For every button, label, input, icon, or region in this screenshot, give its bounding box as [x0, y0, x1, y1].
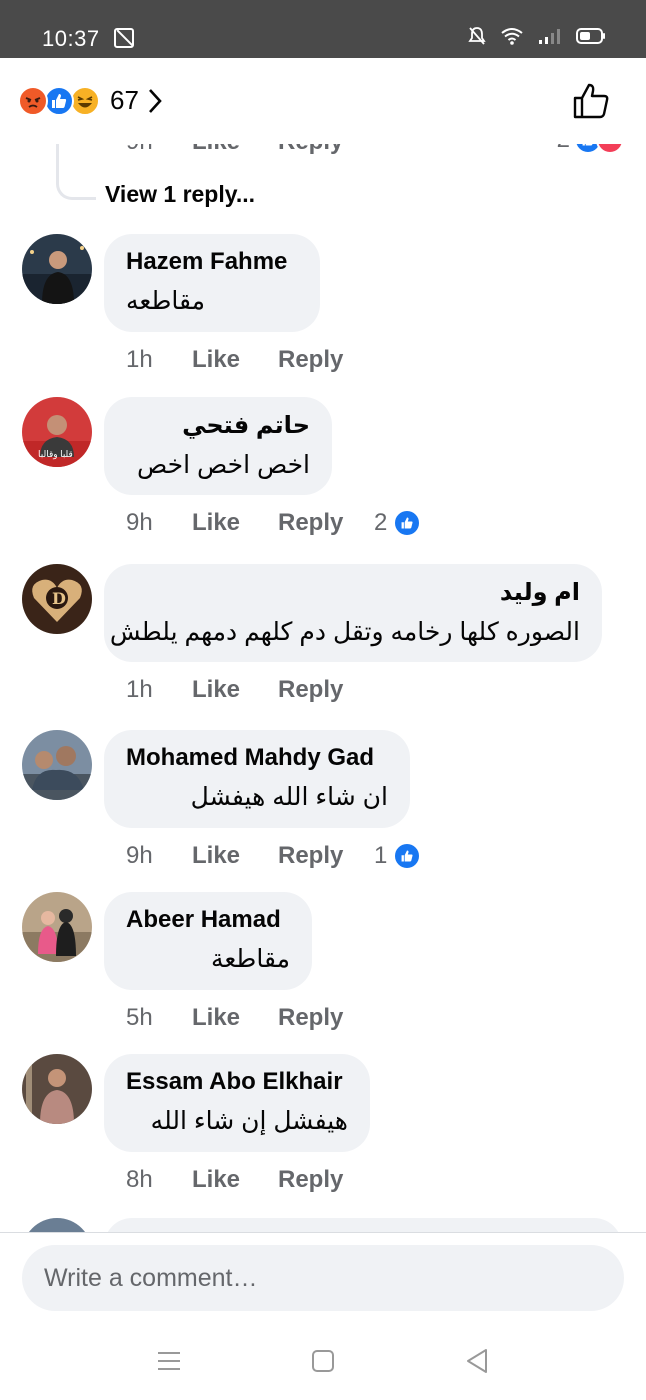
- like-action[interactable]: Like: [192, 346, 278, 374]
- reply-action[interactable]: Reply: [278, 509, 380, 537]
- avatar-badge-text: قلبا وقالبا: [38, 449, 73, 459]
- comment-actions: 5h Like Reply: [126, 1002, 380, 1034]
- comment-bubble[interactable]: ام وليد الصوره كلها رخامه وتقل دم كلهم د…: [104, 564, 602, 662]
- reactions-summary[interactable]: 67: [18, 85, 163, 116]
- comment-time: 1h: [126, 676, 153, 703]
- battery-icon: [576, 28, 605, 44]
- like-action[interactable]: Like: [192, 676, 278, 704]
- comment-text: مقاطعة: [210, 945, 290, 973]
- reply-action[interactable]: Reply: [278, 842, 380, 870]
- comment-text: الصوره كلها رخامه وتقل دم كلهم دمهم يلطش: [109, 618, 580, 646]
- like-icon: [393, 509, 422, 537]
- signal-icon: [539, 29, 560, 44]
- avatar[interactable]: [22, 892, 92, 962]
- commenter-name[interactable]: حاتم فتحي: [126, 411, 310, 440]
- comment-reactions[interactable]: 2: [374, 509, 422, 537]
- avatar[interactable]: [22, 1054, 92, 1124]
- comment-reactions[interactable]: 1: [374, 842, 422, 870]
- like-action[interactable]: Like: [192, 842, 278, 870]
- comment-composer: [0, 1232, 646, 1332]
- reply-thread-line: [56, 144, 96, 200]
- commenter-name[interactable]: Essam Abo Elkhair: [126, 1068, 348, 1096]
- avatar[interactable]: قلبا وقالبا: [22, 397, 92, 467]
- no-sim-icon: [114, 28, 134, 48]
- comment-text: مقاطعه: [126, 287, 206, 315]
- reactions-header: 67: [0, 58, 646, 144]
- avatar[interactable]: [22, 234, 92, 304]
- menu-icon[interactable]: [156, 1348, 182, 1374]
- comment-bubble[interactable]: حاتم فتحي اخص اخص اخص: [104, 397, 332, 495]
- comment-text: ان شاء الله هيفشل: [190, 783, 388, 811]
- wifi-icon: [501, 28, 523, 45]
- svg-text:D: D: [52, 589, 66, 608]
- reaction-count: 2: [557, 144, 570, 154]
- comment-text: هيفشل إن شاء الله: [150, 1107, 348, 1135]
- status-time: 10:37: [42, 26, 100, 51]
- comment-actions: 9h Like Reply 2: [126, 507, 422, 539]
- like-icon: [44, 85, 74, 116]
- comment-bubble[interactable]: Essam Abo Elkhair هيفشل إن شاء الله: [104, 1054, 370, 1152]
- reply-action[interactable]: Reply: [278, 676, 380, 704]
- love-icon: [596, 144, 624, 154]
- comments-list: 9h Like Reply 2 View 1 reply... Hazem Fa…: [0, 144, 646, 1234]
- comment-bubble[interactable]: Mohamed Mahdy Gad ان شاء الله هيفشل: [104, 730, 410, 828]
- like-action[interactable]: Like: [192, 509, 278, 537]
- reaction-count: 67: [110, 85, 139, 115]
- commenter-name[interactable]: Hazem Fahme: [126, 248, 298, 276]
- comment-actions: 1h Like Reply: [126, 674, 380, 706]
- angry-icon: [18, 85, 48, 116]
- comment-bubble[interactable]: Hazem Fahme مقاطعه: [104, 234, 320, 332]
- chevron-right-icon: [148, 88, 162, 113]
- like-action[interactable]: Like: [192, 144, 278, 156]
- avatar[interactable]: D: [22, 564, 92, 634]
- partial-comment-actions: 9h Like Reply 2: [0, 144, 646, 164]
- reply-action[interactable]: Reply: [278, 346, 380, 374]
- comment-time: 8h: [126, 1166, 153, 1193]
- comment-text: اخص اخص اخص: [137, 451, 310, 479]
- status-icons: [468, 26, 606, 46]
- back-icon[interactable]: [464, 1348, 490, 1374]
- comment-time: 9h: [126, 509, 153, 536]
- view-replies-link[interactable]: View 1 reply...: [105, 181, 255, 208]
- comment-time: 9h: [126, 144, 192, 156]
- commenter-name[interactable]: Mohamed Mahdy Gad: [126, 744, 388, 772]
- avatar[interactable]: [22, 730, 92, 800]
- comment-bubble[interactable]: Abeer Hamad مقاطعة: [104, 892, 312, 990]
- comment-input[interactable]: [22, 1245, 624, 1311]
- like-icon: [393, 842, 422, 870]
- comment-actions: 9h Like Reply 1: [126, 840, 422, 872]
- partial-reactions[interactable]: 2: [557, 144, 624, 154]
- comment-time: 1h: [126, 346, 153, 373]
- status-bar: 10:37: [0, 0, 646, 58]
- comment-time: 5h: [126, 1004, 153, 1031]
- comment-actions: 1h Like Reply: [126, 344, 380, 376]
- home-icon[interactable]: [311, 1348, 335, 1374]
- reply-action[interactable]: Reply: [278, 1004, 380, 1032]
- like-action[interactable]: Like: [192, 1166, 278, 1194]
- commenter-name[interactable]: ام وليد: [126, 578, 580, 607]
- reaction-count: 2: [374, 509, 388, 536]
- commenter-name[interactable]: Abeer Hamad: [126, 906, 290, 934]
- reaction-count: 1: [374, 842, 388, 869]
- comment-time: 9h: [126, 842, 153, 869]
- haha-icon: [70, 85, 100, 116]
- reply-action[interactable]: Reply: [278, 144, 380, 156]
- comment-actions: 8h Like Reply: [126, 1164, 380, 1196]
- reply-action[interactable]: Reply: [278, 1166, 380, 1194]
- like-action[interactable]: Like: [192, 1004, 278, 1032]
- thumbs-up-icon[interactable]: [572, 82, 610, 120]
- mute-bell-icon: [468, 27, 486, 45]
- system-nav-bar: [0, 1332, 646, 1400]
